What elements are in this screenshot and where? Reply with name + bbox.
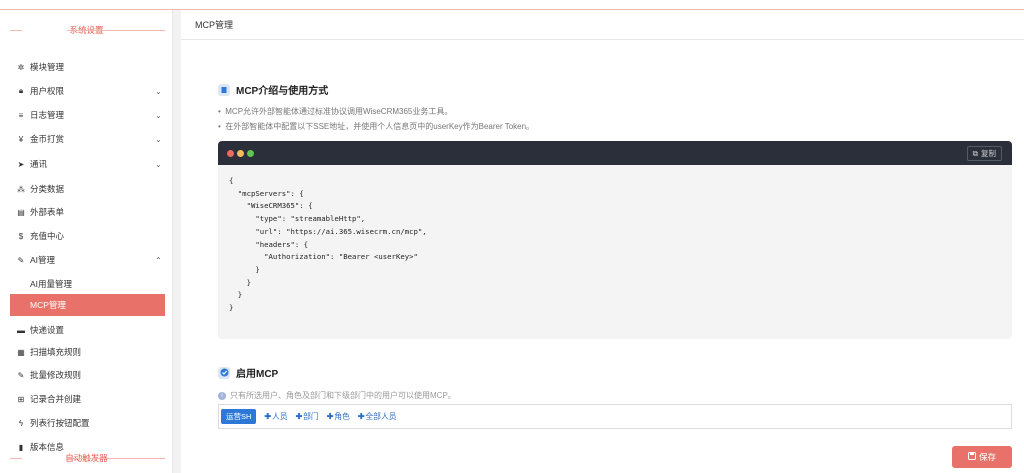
plus-square-icon: ⊞ xyxy=(17,394,25,404)
plus-icon: ✚ xyxy=(326,412,334,421)
book-icon xyxy=(218,83,230,96)
sidebar-item-label: 金币打赏 xyxy=(30,134,65,144)
sidebar-item[interactable]: ✎ AI管理 ⌃ xyxy=(10,249,165,271)
sidebar-item-label: 日志管理 xyxy=(30,110,65,120)
sidebar-item-label: 用户权限 xyxy=(30,86,65,96)
send-icon: ➤ xyxy=(17,159,25,169)
bolt-icon: ϟ xyxy=(18,418,24,428)
code-content: { "mcpServers": { "WiseCRM365": { "type"… xyxy=(229,176,427,313)
sidebar-item-label: 快递设置 xyxy=(30,325,65,335)
sidebar-item[interactable]: ϟ 列表行按钮配置 xyxy=(10,412,165,434)
list-icon: ≡ xyxy=(18,110,24,120)
dollar-icon: $ xyxy=(18,231,24,241)
copy-button[interactable]: ⧉ 复制 xyxy=(966,146,1002,161)
sidebar-item-label: 批量修改规则 xyxy=(30,370,82,380)
code-block: ⧉ 复制 { "mcpServers": { "WiseCRM365": { "… xyxy=(218,141,1012,339)
section-title-system: 系统设置 xyxy=(0,22,172,38)
window-dot-yellow xyxy=(237,150,244,157)
sidebar-item[interactable]: ▦ 扫描填充规则 xyxy=(10,341,165,363)
sidebar-item[interactable]: ⁂ 分类数据 xyxy=(10,178,165,200)
add-person-link[interactable]: ✚人员 xyxy=(264,411,287,422)
sidebar-item[interactable]: ¥ 金币打赏 ⌄ xyxy=(10,128,165,150)
save-button[interactable]: 保存 xyxy=(952,446,1012,468)
sidebar: 系统设置 ✲ 模块管理 🔒︎ 用户权限 ⌄ ≡ 日志管理 ⌄ ¥ 金币打赏 ⌄ ➤ 通讯 ⌄ ⁂ 分类数据 ▤ 外… xyxy=(0,10,173,473)
sidebar-item[interactable]: ✎ 批量修改规则 xyxy=(10,364,165,386)
sidebar-item-label: 模块管理 xyxy=(30,62,65,72)
sidebar-item[interactable]: ▤ 外部表单 xyxy=(10,201,165,223)
sidebar-item[interactable]: ≡ 日志管理 ⌄ xyxy=(10,104,165,126)
sidebar-item[interactable]: ▬ 快递设置 xyxy=(10,319,165,341)
page-title: MCP管理 xyxy=(181,10,1024,40)
check-circle-icon xyxy=(218,366,230,379)
sidebar-item[interactable]: 🔒︎ 用户权限 ⌄ xyxy=(10,80,165,102)
add-role-link[interactable]: ✚角色 xyxy=(327,411,350,422)
sidebar-item[interactable]: $ 充值中心 xyxy=(10,225,165,247)
chevron-down-icon: ⌄ xyxy=(155,110,162,120)
chevron-down-icon: ⌄ xyxy=(155,134,162,144)
member-selector[interactable]: 运营SH ✚人员 ✚部门 ✚角色 ✚全部人员 xyxy=(218,404,1012,429)
plus-icon: ✚ xyxy=(295,412,303,421)
plus-icon: ✚ xyxy=(264,412,271,421)
sidebar-item-label: 通讯 xyxy=(30,159,48,169)
window-dot-red xyxy=(227,150,234,157)
magic-wand-icon: ✎ xyxy=(17,255,25,265)
yen-icon: ¥ xyxy=(18,134,24,144)
enable-hint: i 只有所选用户、角色及部门和下级部门中的用户可以使用MCP。 xyxy=(218,390,456,401)
selected-chip[interactable]: 运营SH xyxy=(221,409,257,424)
sidebar-item-label: 分类数据 xyxy=(30,184,65,194)
section-title-auto: 自动触发器 xyxy=(0,450,172,466)
sidebar-item[interactable]: AI用量管理 xyxy=(10,273,165,295)
code-toolbar: ⧉ 复制 xyxy=(218,141,1012,165)
sidebar-item-label: MCP管理 xyxy=(30,300,66,310)
truck-icon: ▬ xyxy=(17,325,25,335)
sidebar-item[interactable]: ✲ 模块管理 xyxy=(10,56,165,78)
intro-heading: MCP介绍与使用方式 xyxy=(218,82,328,97)
intro-bullet: • MCP允许外部智能体通过标准协议调用WiseCRM365业务工具。 xyxy=(218,107,453,116)
lock-icon: 🔒︎ xyxy=(18,86,24,95)
chevron-down-icon: ⌄ xyxy=(155,86,162,96)
sidebar-item[interactable]: ⊞ 记录合并创建 xyxy=(10,388,165,410)
add-department-link[interactable]: ✚部门 xyxy=(296,411,319,422)
chevron-up-icon: ⌃ xyxy=(155,255,162,265)
grid-icon: ▦ xyxy=(17,347,25,357)
plus-icon: ✚ xyxy=(357,412,365,421)
gear-icon: ✲ xyxy=(17,62,25,72)
form-icon: ▤ xyxy=(17,207,25,217)
sidebar-item-label: AI用量管理 xyxy=(30,279,73,289)
sidebar-item-label: 记录合并创建 xyxy=(30,394,82,404)
intro-bullet: • 在外部智能体中配置以下SSE地址，并使用个人信息页中的userKey作为Be… xyxy=(218,122,535,131)
info-icon: i xyxy=(218,391,226,400)
sidebar-item-label: 充值中心 xyxy=(30,231,65,241)
edit-icon: ✎ xyxy=(17,370,25,380)
sidebar-item-label: AI管理 xyxy=(30,255,56,265)
save-icon xyxy=(967,452,976,462)
sidebar-item-label: 列表行按钮配置 xyxy=(30,418,90,428)
top-bar xyxy=(0,0,1024,10)
sidebar-item[interactable]: ➤ 通讯 ⌄ xyxy=(10,153,165,175)
main-panel: MCP管理 MCP介绍与使用方式 • MCP允许外部智能体通过标准协议调用Wis… xyxy=(181,10,1024,473)
chevron-down-icon: ⌄ xyxy=(155,159,162,169)
sidebar-item-label: 外部表单 xyxy=(30,207,65,217)
enable-heading: 启用MCP xyxy=(218,365,278,380)
sidebar-item[interactable]: MCP管理 xyxy=(10,294,165,316)
window-dot-green xyxy=(247,150,254,157)
sidebar-item-label: 扫描填充规则 xyxy=(30,347,82,357)
sitemap-icon: ⁂ xyxy=(17,184,25,194)
add-all-members-link[interactable]: ✚全部人员 xyxy=(358,411,397,422)
copy-icon: ⧉ xyxy=(972,148,978,158)
